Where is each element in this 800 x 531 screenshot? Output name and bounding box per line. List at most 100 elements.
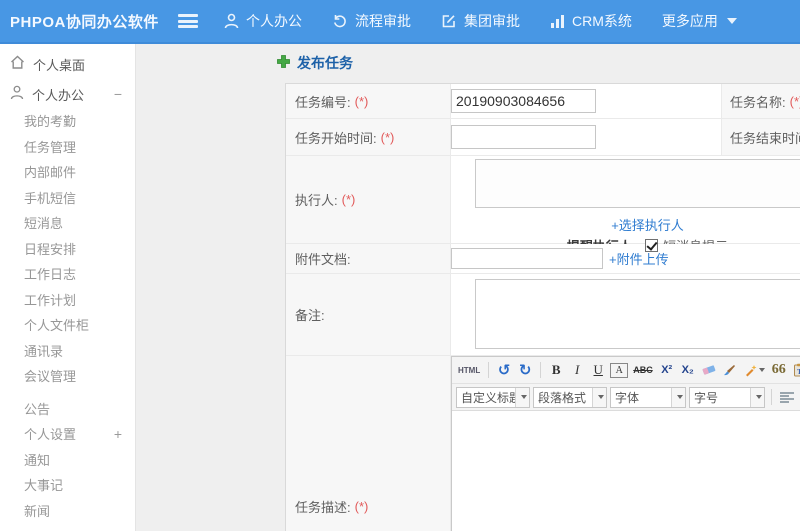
form-row-start-time: 任务开始时间: (*) 任务结束时间: (*)	[286, 119, 800, 156]
caret-down-icon	[758, 368, 765, 372]
sidebar-item-label: 内部邮件	[24, 165, 77, 180]
dropdown-value: 字体	[615, 390, 640, 405]
process-icon	[332, 13, 348, 29]
font-size-dropdown[interactable]: 字号	[689, 386, 765, 408]
richtext-editor: HTML ↺ ↻ B I U A ABC X² X₂ 66 T 自定义标 段落格…	[451, 356, 800, 531]
bold-button[interactable]: B	[547, 360, 565, 380]
executor-field-cell: +选择执行人 提醒执行人: 短消息提示	[451, 156, 800, 254]
remark-textarea[interactable]	[475, 279, 800, 349]
task-form-panel: 任务编号: (*) 任务名称: (*) 任务开始时间: (*) 任务结束时间: …	[285, 83, 800, 531]
sidebar-item-label: 个人办公	[32, 87, 85, 103]
sidebar-item-work-log[interactable]: 工作日志	[0, 262, 135, 288]
sidebar-item-label: 工作计划	[24, 292, 77, 308]
collapse-minus-icon[interactable]: −	[114, 86, 135, 102]
italic-button[interactable]: I	[568, 360, 586, 380]
description-field-cell: HTML ↺ ↻ B I U A ABC X² X₂ 66 T 自定义标 段落格…	[451, 356, 800, 531]
nav-label: CRM系统	[572, 13, 632, 29]
caret-down-icon	[515, 387, 529, 407]
custom-title-dropdown[interactable]: 自定义标题	[456, 386, 530, 408]
sms-remind-checkbox[interactable]	[645, 239, 659, 252]
caret-down-icon	[750, 387, 764, 407]
executor-textarea[interactable]	[475, 159, 800, 208]
task-no-input[interactable]	[451, 89, 596, 113]
paragraph-format-dropdown[interactable]: 段落格式	[533, 386, 607, 408]
sidebar-item-meeting-management[interactable]: 会议管理	[0, 364, 135, 390]
attachment-upload-link[interactable]: +附件上传	[609, 249, 669, 268]
paste-clipboard-icon[interactable]: T	[791, 360, 800, 380]
label-text: 任务编号:	[295, 94, 351, 110]
sidebar-item-internal-mail[interactable]: 内部邮件	[0, 160, 135, 186]
label-text: 任务名称:	[730, 94, 786, 110]
user-icon	[224, 13, 239, 29]
app-logo: PHPOA协同办公软件	[10, 13, 159, 31]
attachment-label: 附件文档:	[286, 244, 451, 273]
menu-toggle-icon[interactable]	[178, 14, 198, 28]
page-title-text: 发布任务	[297, 55, 353, 71]
undo-button[interactable]: ↺	[495, 360, 513, 380]
editor-content-area[interactable]	[452, 411, 800, 531]
sidebar-item-short-message[interactable]: 短消息	[0, 211, 135, 237]
caret-down-icon	[592, 387, 606, 407]
sidebar-item-mobile-sms[interactable]: 手机短信	[0, 186, 135, 212]
choose-executor-link[interactable]: +选择执行人	[611, 215, 684, 234]
font-style-button[interactable]: A	[610, 362, 629, 378]
required-mark: (*)	[789, 93, 800, 109]
sidebar-item-label: 新闻	[24, 503, 51, 519]
nav-process-approval[interactable]: 流程审批	[332, 11, 411, 31]
redo-button[interactable]: ↻	[516, 360, 534, 380]
expand-plus-icon[interactable]: +	[114, 422, 135, 448]
sidebar-item-personal-desktop[interactable]: 个人桌面	[0, 49, 135, 79]
edit-square-icon	[441, 13, 457, 29]
toolbar-separator	[540, 362, 542, 378]
page-title: 发布任务	[276, 53, 353, 73]
sidebar-item-work-plan[interactable]: 工作计划	[0, 288, 135, 314]
subscript-button[interactable]: X₂	[679, 360, 697, 380]
sidebar-item-contacts[interactable]: 通讯录	[0, 339, 135, 365]
sidebar-item-my-attendance[interactable]: 我的考勤	[0, 109, 135, 135]
sidebar-item-news[interactable]: 新闻	[0, 499, 135, 525]
blockquote-button[interactable]: 66	[770, 360, 788, 380]
nav-personal-office[interactable]: 个人办公	[224, 11, 302, 31]
description-label: 任务描述: (*)	[286, 356, 451, 531]
sidebar-item-file-cabinet[interactable]: 个人文件柜	[0, 313, 135, 339]
sidebar: 个人桌面 个人办公 − 我的考勤 任务管理 内部邮件 手机短信 短消息 日程安排…	[0, 44, 136, 531]
align-left-icon[interactable]	[778, 387, 796, 407]
task-no-field-cell	[451, 84, 721, 118]
sidebar-item-schedule[interactable]: 日程安排	[0, 237, 135, 263]
underline-button[interactable]: U	[589, 360, 607, 380]
sidebar-item-announcement[interactable]: 公告	[0, 397, 135, 423]
sidebar-item-label: 公告	[24, 401, 51, 417]
dropdown-value: 段落格式	[538, 390, 587, 405]
bar-chart-icon	[550, 14, 565, 29]
eraser-icon[interactable]	[700, 360, 718, 380]
highlight-wand-icon[interactable]	[742, 360, 767, 380]
attachment-field-cell: +附件上传	[451, 244, 800, 273]
strikethrough-button[interactable]: ABC	[631, 360, 655, 380]
nav-more-apps[interactable]: 更多应用	[662, 11, 737, 31]
html-source-button[interactable]: HTML	[456, 360, 482, 380]
label-text: 附件文档:	[295, 252, 351, 267]
dropdown-value: 字号	[694, 390, 719, 405]
label-text: 任务描述:	[295, 499, 351, 515]
form-row-attachment: 附件文档: +附件上传	[286, 244, 800, 274]
sidebar-item-notice[interactable]: 通知	[0, 448, 135, 474]
nav-label: 流程审批	[355, 13, 411, 29]
attachment-input[interactable]	[451, 248, 603, 269]
nav-group-approval[interactable]: 集团审批	[441, 11, 520, 31]
superscript-button[interactable]: X²	[658, 360, 676, 380]
font-family-dropdown[interactable]: 字体	[610, 386, 686, 408]
sidebar-item-task-management[interactable]: 任务管理	[0, 135, 135, 161]
sidebar-item-personal-settings[interactable]: 个人设置 +	[0, 422, 135, 448]
start-time-field-cell	[451, 119, 721, 155]
start-time-input[interactable]	[451, 125, 596, 149]
sidebar-item-label: 会议管理	[24, 369, 77, 384]
editor-toolbar-row2: 自定义标题 段落格式 字体 字号	[452, 384, 800, 411]
sidebar-item-label: 手机短信	[24, 190, 77, 206]
toolbar-separator	[488, 362, 490, 378]
caret-down-icon	[671, 387, 685, 407]
sidebar-item-personal-office[interactable]: 个人办公 −	[0, 79, 135, 109]
nav-crm-system[interactable]: CRM系统	[550, 11, 632, 31]
format-brush-icon[interactable]	[721, 360, 739, 380]
sidebar-item-memorabilia[interactable]: 大事记	[0, 473, 135, 499]
label-text: 任务开始时间:	[295, 130, 377, 146]
